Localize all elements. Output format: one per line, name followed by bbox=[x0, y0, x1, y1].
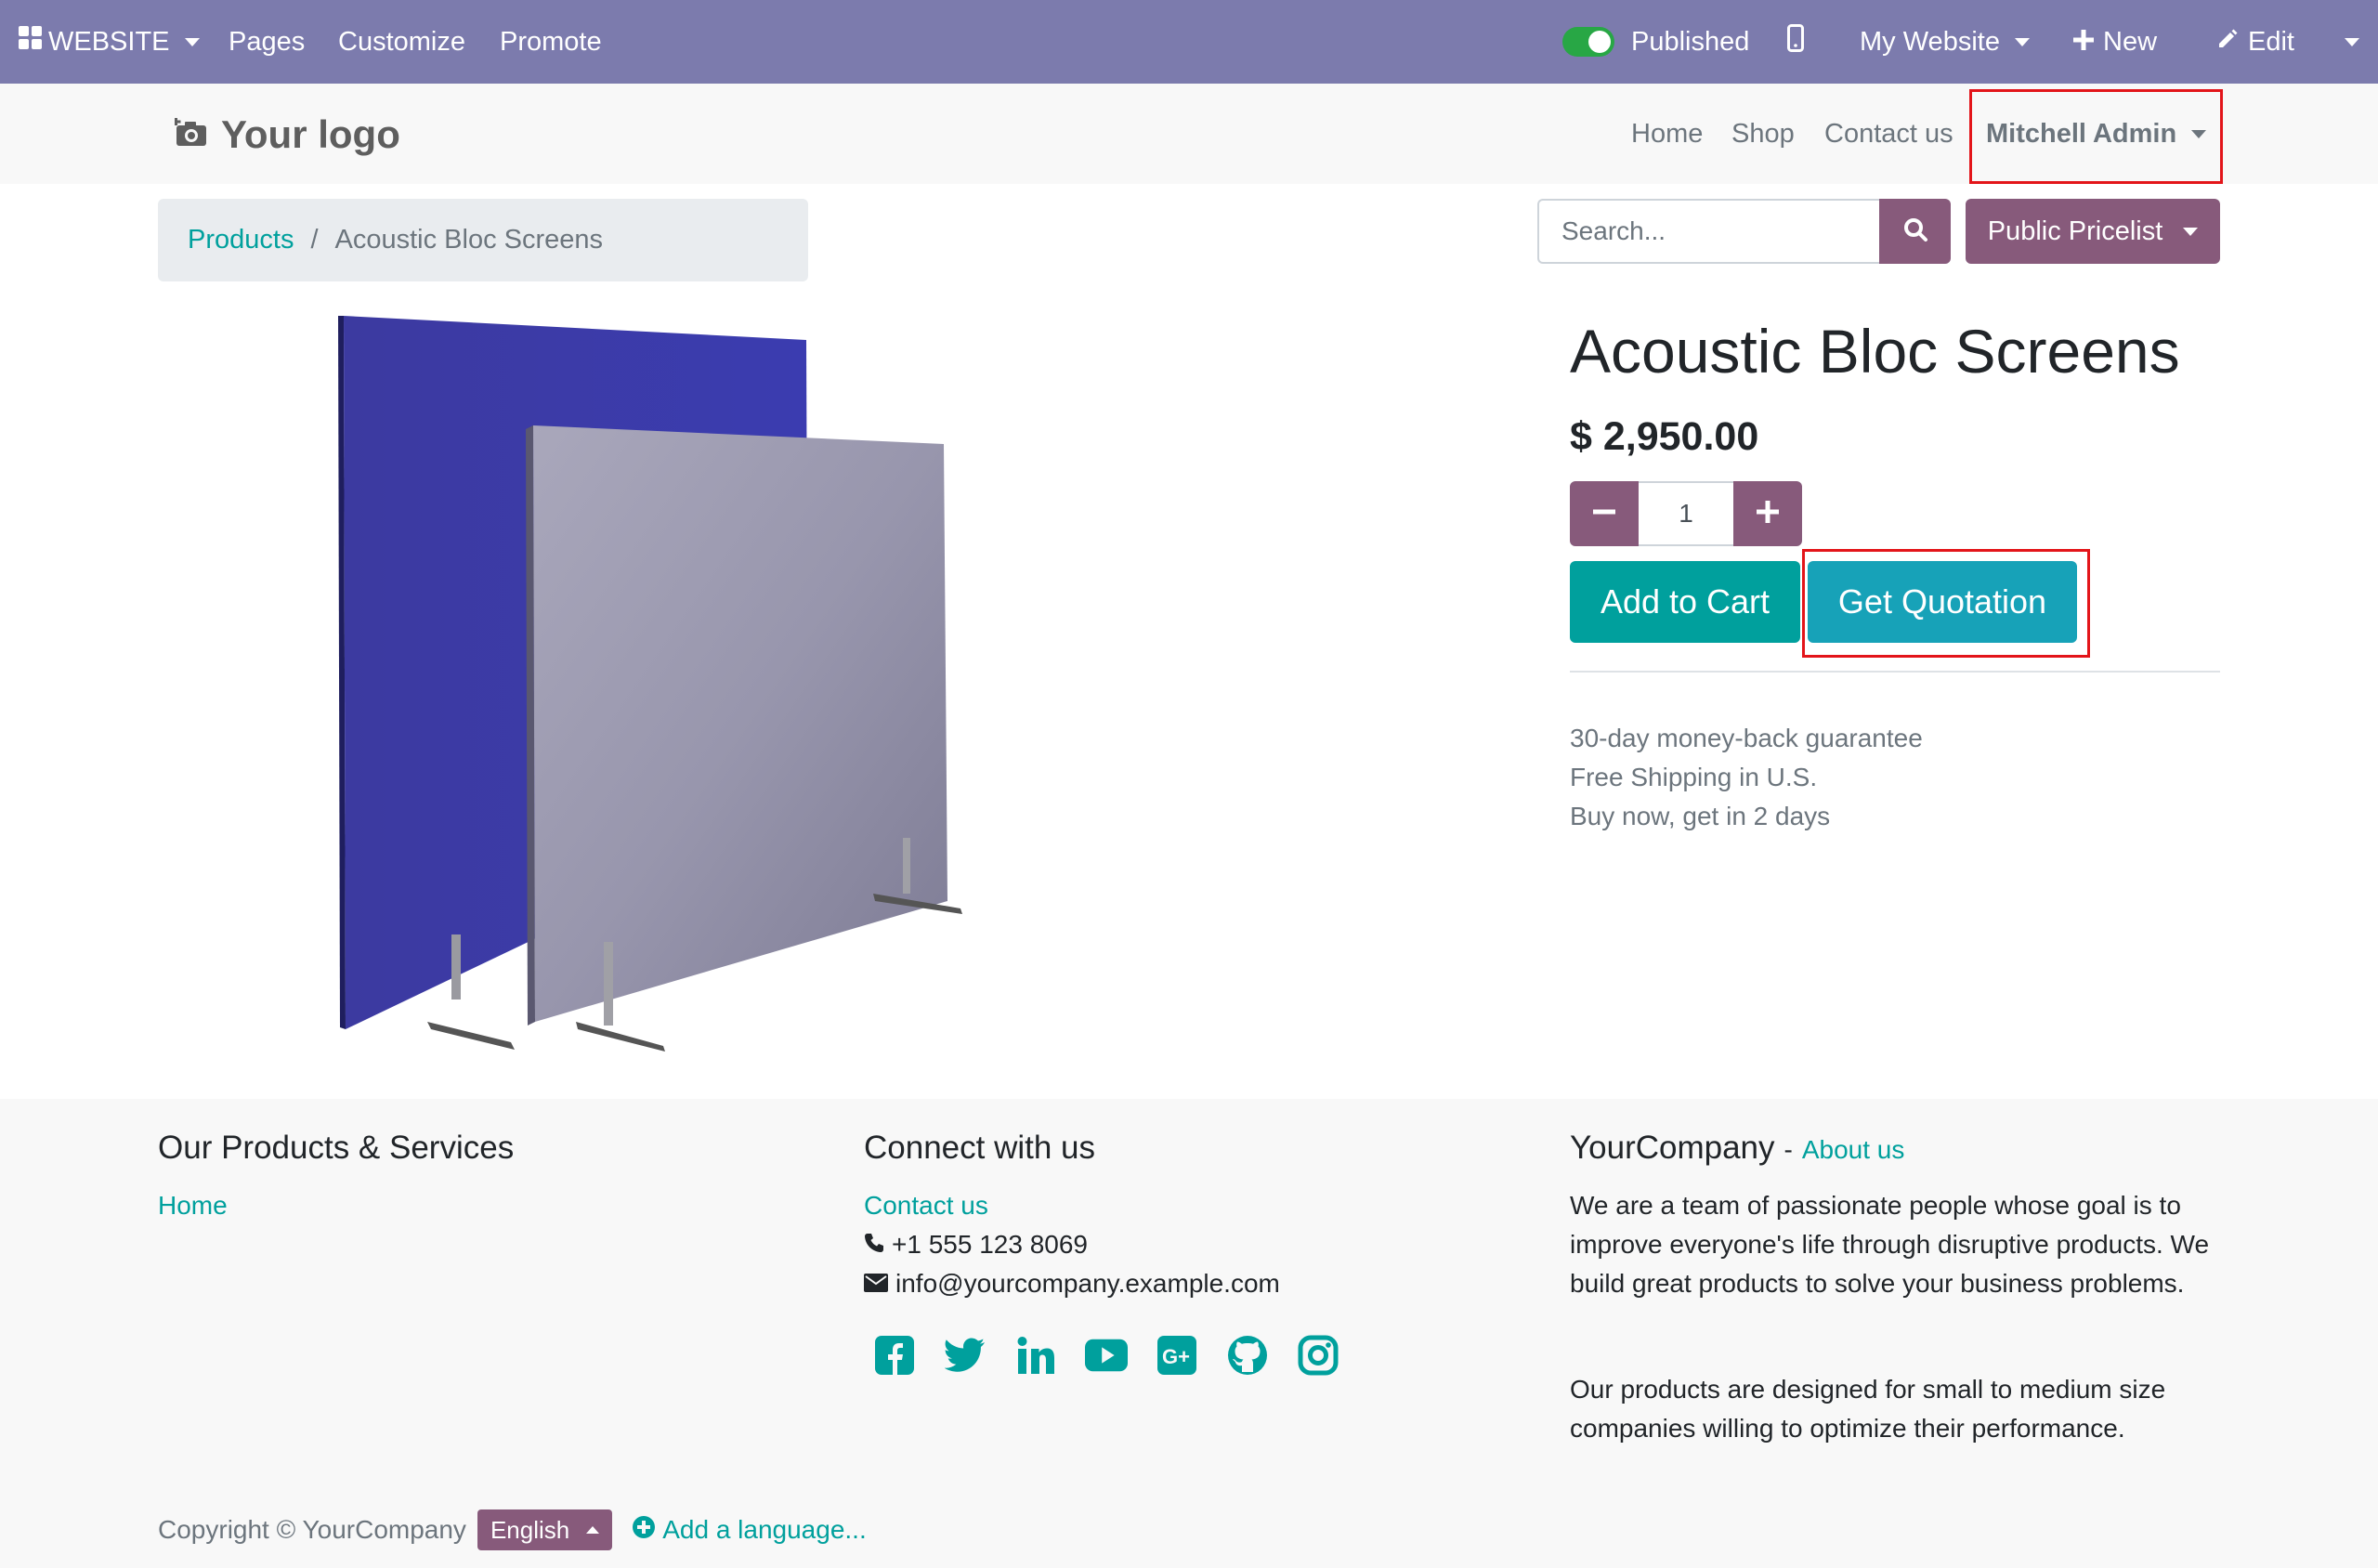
plus-icon bbox=[1757, 500, 1779, 528]
highlight-box-user-menu bbox=[1969, 89, 2223, 184]
chevron-down-icon bbox=[184, 37, 200, 46]
search-icon bbox=[1902, 216, 1928, 247]
edit-label: Edit bbox=[2248, 26, 2294, 57]
social-links: G+ bbox=[873, 1334, 1339, 1377]
product-title: Acoustic Bloc Screens bbox=[1570, 317, 2180, 385]
product-price: $ 2,950.00 bbox=[1570, 414, 1759, 459]
envelope-icon bbox=[864, 1264, 888, 1303]
website-app-menu[interactable]: WEBSITE bbox=[19, 0, 200, 84]
footer-about-link[interactable]: About us bbox=[1802, 1135, 1905, 1165]
footer-products-links: Home bbox=[158, 1186, 228, 1225]
breadcrumb: Products / Acoustic Bloc Screens bbox=[158, 199, 808, 281]
language-label: English bbox=[490, 1515, 570, 1544]
breadcrumb-products-link[interactable]: Products bbox=[188, 225, 294, 255]
chevron-down-icon bbox=[2183, 227, 2199, 236]
footer-connect-title: Connect with us bbox=[864, 1130, 1096, 1166]
perk-delivery: Buy now, get in 2 days bbox=[1570, 802, 1831, 830]
published-label: Published bbox=[1631, 26, 1750, 57]
mobile-icon bbox=[1787, 24, 1804, 59]
nav-home[interactable]: Home bbox=[1631, 84, 1703, 184]
divider bbox=[1570, 671, 2220, 673]
product-perks: 30-day money-back guarantee Free Shippin… bbox=[1570, 719, 1923, 836]
logo-text: Your logo bbox=[221, 112, 400, 156]
footer-products-title: Our Products & Services bbox=[158, 1130, 515, 1166]
github-icon[interactable] bbox=[1226, 1334, 1269, 1377]
footer-about-para-1: We are a team of passionate people whose… bbox=[1570, 1191, 2210, 1298]
twitter-icon[interactable] bbox=[944, 1334, 986, 1377]
highlight-box-get-quotation bbox=[1802, 549, 2090, 658]
perk-guarantee: 30-day money-back guarantee bbox=[1570, 724, 1923, 752]
app-name: WEBSITE bbox=[48, 26, 170, 57]
quantity-decrease-button[interactable] bbox=[1570, 481, 1639, 546]
perk-shipping: Free Shipping in U.S. bbox=[1570, 763, 1818, 791]
footer-home-link[interactable]: Home bbox=[158, 1191, 228, 1220]
pricelist-dropdown[interactable]: Public Pricelist bbox=[1966, 199, 2220, 264]
my-website-dropdown[interactable]: My Website bbox=[1860, 0, 2030, 84]
footer-company-name: YourCompany bbox=[1570, 1130, 1775, 1166]
toggle-switch[interactable] bbox=[1562, 27, 1614, 57]
add-language-label: Add a language... bbox=[662, 1515, 867, 1544]
footer-email: info@yourcompany.example.com bbox=[895, 1269, 1280, 1298]
camera-icon bbox=[173, 112, 208, 157]
youtube-icon[interactable] bbox=[1085, 1334, 1128, 1377]
mobile-preview-button[interactable] bbox=[1787, 0, 1804, 84]
pencil-icon bbox=[2216, 27, 2239, 58]
instagram-icon[interactable] bbox=[1297, 1334, 1339, 1377]
quantity-increase-button[interactable] bbox=[1733, 481, 1802, 546]
my-website-label: My Website bbox=[1860, 26, 2000, 57]
add-language-link[interactable]: Add a language... bbox=[633, 1515, 867, 1545]
copyright-bar: Copyright © YourCompany English Add a la… bbox=[158, 1509, 867, 1551]
facebook-icon[interactable] bbox=[873, 1334, 916, 1377]
search-input[interactable] bbox=[1537, 199, 1881, 264]
copyright-text: Copyright © YourCompany bbox=[158, 1515, 466, 1544]
footer-about-para-2: Our products are designed for small to m… bbox=[1570, 1375, 2166, 1443]
footer-company-heading: YourCompany - About us bbox=[1570, 1130, 1904, 1167]
add-to-cart-button[interactable]: Add to Cart bbox=[1570, 561, 1800, 643]
new-label: New bbox=[2103, 26, 2158, 57]
chevron-up-icon bbox=[586, 1526, 600, 1534]
phone-icon bbox=[864, 1225, 884, 1264]
menu-promote[interactable]: Promote bbox=[500, 0, 602, 84]
plus-circle-icon bbox=[633, 1515, 656, 1545]
breadcrumb-current: Acoustic Bloc Screens bbox=[334, 225, 604, 255]
new-button[interactable]: New bbox=[2073, 0, 2157, 84]
more-dropdown[interactable] bbox=[2345, 0, 2359, 84]
quantity-input[interactable] bbox=[1639, 481, 1733, 546]
menu-customize[interactable]: Customize bbox=[338, 0, 465, 84]
published-toggle[interactable]: Published bbox=[1562, 0, 1749, 84]
plus-icon bbox=[2073, 27, 2094, 58]
breadcrumb-separator: / bbox=[310, 225, 319, 255]
search-button[interactable] bbox=[1879, 199, 1951, 264]
apps-grid-icon bbox=[19, 26, 43, 58]
footer-contact-link[interactable]: Contact us bbox=[864, 1191, 988, 1220]
pricelist-label: Public Pricelist bbox=[1987, 216, 2163, 246]
footer-phone: +1 555 123 8069 bbox=[892, 1230, 1088, 1259]
site-logo[interactable]: Your logo bbox=[173, 110, 400, 160]
svg-text:G+: G+ bbox=[1162, 1345, 1190, 1368]
edit-button[interactable]: Edit bbox=[2216, 0, 2294, 84]
nav-contact-us[interactable]: Contact us bbox=[1824, 84, 1953, 184]
admin-top-bar: WEBSITE Pages Customize Promote Publishe… bbox=[0, 0, 2378, 84]
nav-shop[interactable]: Shop bbox=[1731, 84, 1795, 184]
footer-contact-block: Contact us +1 555 123 8069 info@yourcomp… bbox=[864, 1186, 1280, 1303]
language-selector[interactable]: English bbox=[477, 1509, 613, 1550]
linkedin-icon[interactable] bbox=[1014, 1334, 1057, 1377]
chevron-down-icon bbox=[2345, 37, 2359, 46]
chevron-down-icon bbox=[2014, 37, 2030, 46]
product-image bbox=[316, 307, 985, 1059]
footer-company-dash: - bbox=[1784, 1135, 1793, 1164]
minus-icon bbox=[1593, 501, 1615, 528]
menu-pages[interactable]: Pages bbox=[229, 0, 305, 84]
google-plus-icon[interactable]: G+ bbox=[1156, 1334, 1198, 1377]
